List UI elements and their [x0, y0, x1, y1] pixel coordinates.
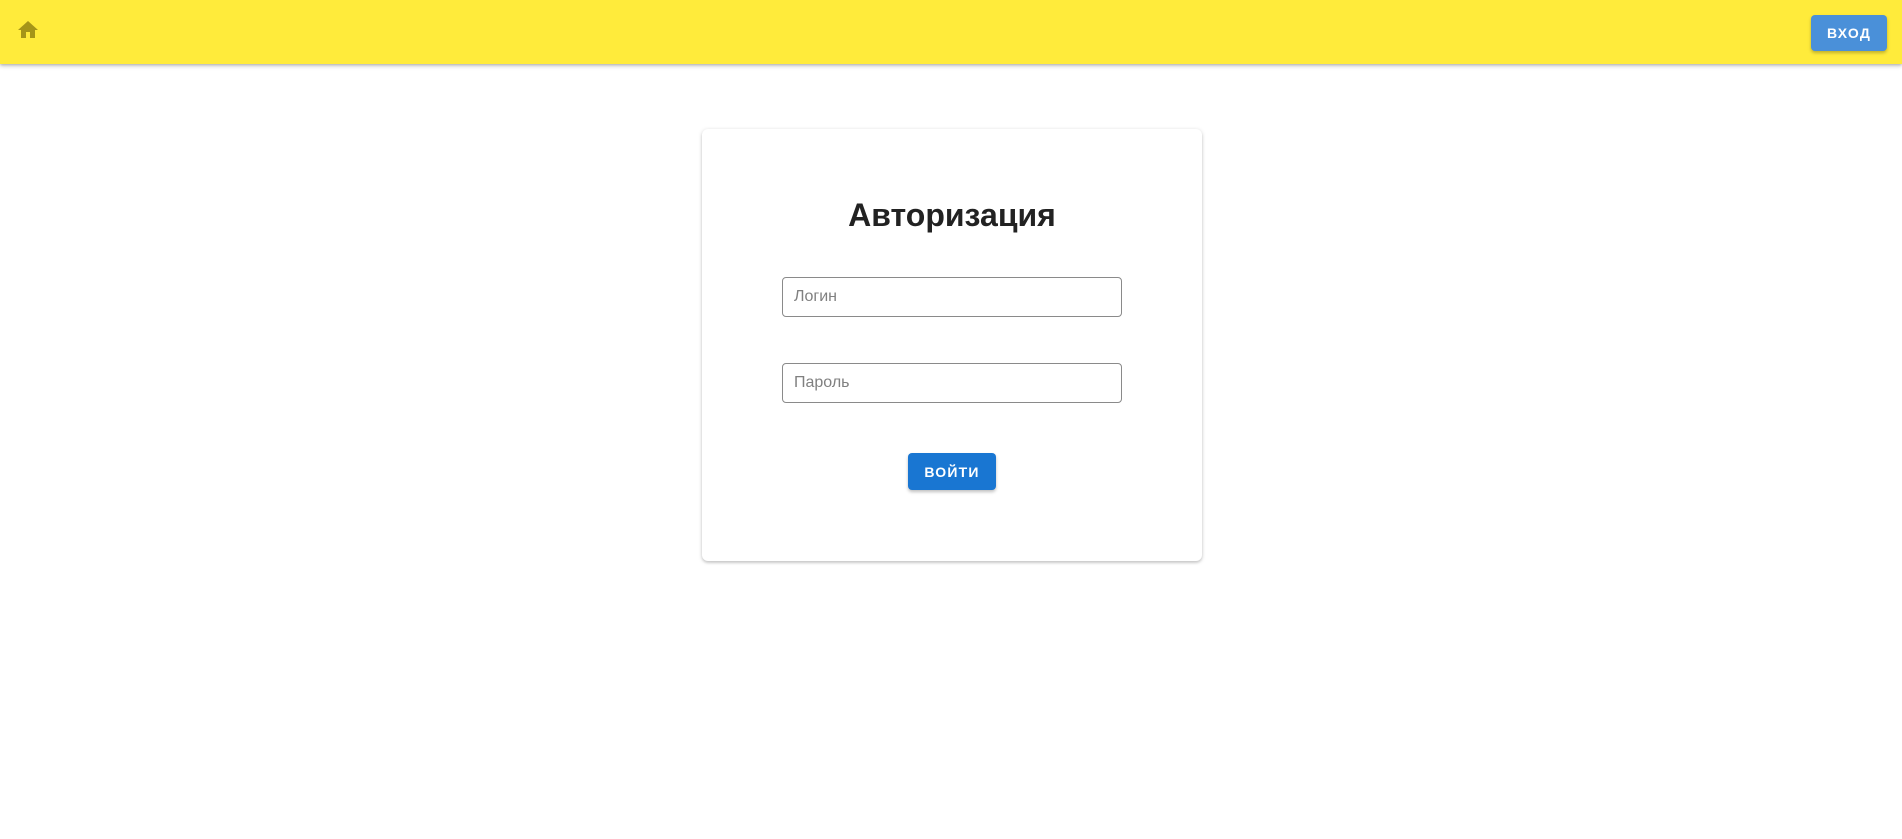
login-nav-button[interactable]: ВХОД: [1811, 15, 1887, 51]
home-icon: [16, 18, 40, 47]
auth-card: Авторизация ВОЙТИ: [702, 129, 1202, 561]
submit-login-button[interactable]: ВОЙТИ: [908, 453, 996, 490]
login-input[interactable]: [782, 277, 1122, 317]
password-input[interactable]: [782, 363, 1122, 403]
page-title: Авторизация: [848, 197, 1056, 233]
app-bar: ВХОД: [0, 0, 1902, 64]
home-button[interactable]: [12, 16, 44, 48]
